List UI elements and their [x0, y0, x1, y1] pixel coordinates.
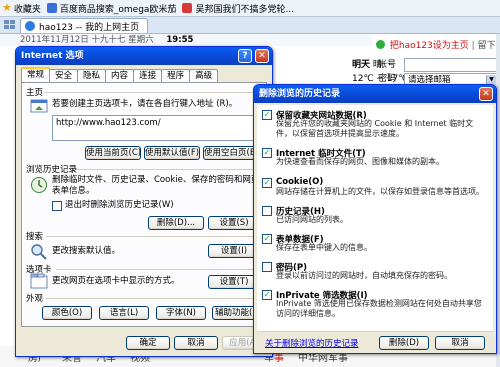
option-desc: 登录以前访问过的网站时，自动填充保存的密码。	[276, 271, 452, 280]
home-heading: 主页	[26, 88, 44, 98]
favorites-label: 收藏夹	[13, 4, 41, 15]
delete-history-button[interactable]: 删除(D)...	[148, 216, 204, 230]
favorites-bar: ★ 收藏夹 百度商品搜索_omega欧米茄 吴邦国我们不搞多党轮...	[0, 0, 500, 17]
flower-icon	[376, 40, 385, 49]
option-desc: 网站存储在计算机上的文件，以保存如登录信息等首选项。	[276, 187, 484, 196]
account-label: 帐号	[378, 60, 397, 70]
option-desc: 保留允许您的收藏夹网站的 Cookie 和 Internet 临时文件，以保留首…	[276, 119, 474, 138]
login-labels: 帐号 密码	[378, 58, 396, 86]
separator: |	[471, 41, 475, 51]
option-checkbox[interactable]	[262, 262, 272, 272]
option-desc: 为快速查看而保存的网页、图像和媒体的副本。	[276, 157, 444, 166]
search-heading: 搜索	[26, 232, 44, 242]
bookmark-label: 吴邦国我们不搞多党轮...	[195, 4, 295, 15]
tab-advanced[interactable]: 高级	[189, 69, 219, 82]
languages-button[interactable]: 语言(L)	[99, 306, 149, 320]
home-url-field[interactable]: http://www.hao123.com/	[52, 115, 262, 141]
divider	[56, 269, 262, 270]
tab-connections[interactable]: 连接	[133, 69, 163, 82]
search-icon	[31, 244, 47, 260]
tab-title: hao123 -- 我的上网主页	[39, 22, 140, 33]
weather-day: 明天	[352, 60, 371, 70]
dialog-title: 删除浏览的历史记录	[259, 89, 341, 99]
option-checkbox[interactable]: ✓	[262, 234, 272, 244]
divider	[46, 236, 262, 237]
help-icon[interactable]: ?	[238, 49, 252, 63]
star-icon: ★	[2, 1, 12, 14]
tab-hao123[interactable]: hao123 -- 我的上网主页	[20, 18, 149, 33]
option-desc: InPrivate 筛选使用已保存数据检测网站在何处自动共享您访问的详细信息。	[276, 299, 482, 318]
cancel-button[interactable]: 取消	[174, 336, 218, 350]
ok-button[interactable]: 确定	[126, 336, 170, 350]
option-checkbox[interactable]: ✓	[262, 290, 272, 300]
divider	[44, 92, 262, 93]
dialog-title: Internet 选项	[21, 51, 84, 61]
use-blank-button[interactable]: 使用空白页(B)	[203, 146, 260, 160]
appearance-heading: 外观	[26, 294, 44, 304]
tab-security[interactable]: 安全	[49, 69, 79, 82]
option-desc: 已访问网站的列表。	[276, 215, 348, 224]
delete-history-footer: 关于删除浏览的历史记录 删除(D) 取消	[257, 331, 493, 353]
tab-bar: hao123 -- 我的上网主页	[0, 17, 500, 34]
tabs-icon	[30, 273, 48, 289]
time-text: 19:55	[166, 35, 194, 45]
bookmark-icon	[182, 3, 193, 13]
history-icon	[31, 177, 47, 193]
tab-general[interactable]: 常规	[21, 67, 51, 82]
history-desc: 删除临时文件、历史记录、Cookie、保存的密码和网页表单信息。	[52, 175, 260, 196]
dialog-titlebar[interactable]: Internet 选项 ? ✕	[16, 47, 272, 65]
bookmark-label: 百度商品搜索_omega欧米茄	[59, 4, 177, 15]
close-icon[interactable]: ✕	[479, 87, 493, 101]
internet-options-dialog: Internet 选项 ? ✕ 常规 安全 隐私 内容 连接 程序 高级 主页 …	[15, 46, 273, 357]
use-default-button[interactable]: 使用默认值(F)	[144, 146, 200, 160]
quick-tabs-icon[interactable]	[4, 20, 16, 30]
set-home-link[interactable]: 把hao123设为主页	[390, 41, 469, 51]
tab-programs[interactable]: 程序	[161, 69, 191, 82]
options-tabs: 常规 安全 隐私 内容 连接 程序 高级	[21, 67, 219, 82]
about-delete-link[interactable]: 关于删除浏览的历史记录	[265, 337, 359, 349]
history-heading: 浏览历史记录	[26, 165, 78, 175]
page-icon	[25, 21, 35, 31]
bookmark-item[interactable]: 吴邦国我们不搞多党轮...	[182, 2, 294, 15]
home-desc: 若要创建主页选项卡，请在各自行键入地址 (R)。	[52, 99, 238, 109]
cancel-button[interactable]: 取消	[435, 336, 485, 350]
option-checkbox[interactable]: ✓	[262, 178, 272, 188]
option-title: Cookie(O)	[276, 177, 324, 187]
delete-on-exit-checkbox[interactable]	[52, 201, 62, 211]
dialog-titlebar[interactable]: 删除浏览的历史记录 ✕	[254, 85, 496, 103]
option-checkbox[interactable]	[262, 206, 272, 216]
colors-button[interactable]: 颜色(O)	[42, 306, 92, 320]
date-text: 2011年11月12日 十九十七 星期六	[20, 35, 154, 45]
fonts-button[interactable]: 字体(N)	[156, 306, 206, 320]
option-checkbox[interactable]: ✓	[262, 148, 272, 158]
favorites-button[interactable]: ★ 收藏夹	[2, 2, 41, 15]
search-desc: 更改搜索默认值。	[52, 246, 121, 256]
use-current-button[interactable]: 使用当前页(C)	[85, 146, 141, 160]
set-home-area: 把hao123设为主页 | 留下到我的	[376, 38, 500, 51]
tabs-desc: 更改网页在选项卡中显示的方式。	[52, 276, 180, 286]
close-icon[interactable]: ✕	[255, 49, 269, 63]
home-page-icon	[30, 99, 48, 113]
option-checkbox[interactable]: ✓	[262, 110, 272, 120]
tab-privacy[interactable]: 隐私	[77, 69, 107, 82]
option-desc: 保存在表单中键入的信息。	[276, 243, 372, 252]
bookmark-icon	[46, 3, 57, 13]
bookmark-item[interactable]: 百度商品搜索_omega欧米茄	[46, 2, 177, 15]
tab-content[interactable]: 内容	[105, 69, 135, 82]
general-panel: 主页 若要创建主页选项卡，请在各自行键入地址 (R)。 http://www.h…	[21, 82, 267, 327]
delete-history-body: ✓ 保留收藏夹网站数据(R) 保留允许您的收藏夹网站的 Cookie 和 Int…	[257, 105, 493, 351]
divider	[76, 169, 262, 170]
divider	[46, 298, 262, 299]
delete-on-exit-label: 退出时删除浏览历史记录(W)	[65, 200, 174, 210]
account-input[interactable]	[404, 58, 498, 72]
delete-button[interactable]: 删除(D)	[379, 336, 429, 350]
delete-history-dialog: 删除浏览的历史记录 ✕ ✓ 保留收藏夹网站数据(R) 保留允许您的收藏夹网站的 …	[253, 84, 497, 354]
